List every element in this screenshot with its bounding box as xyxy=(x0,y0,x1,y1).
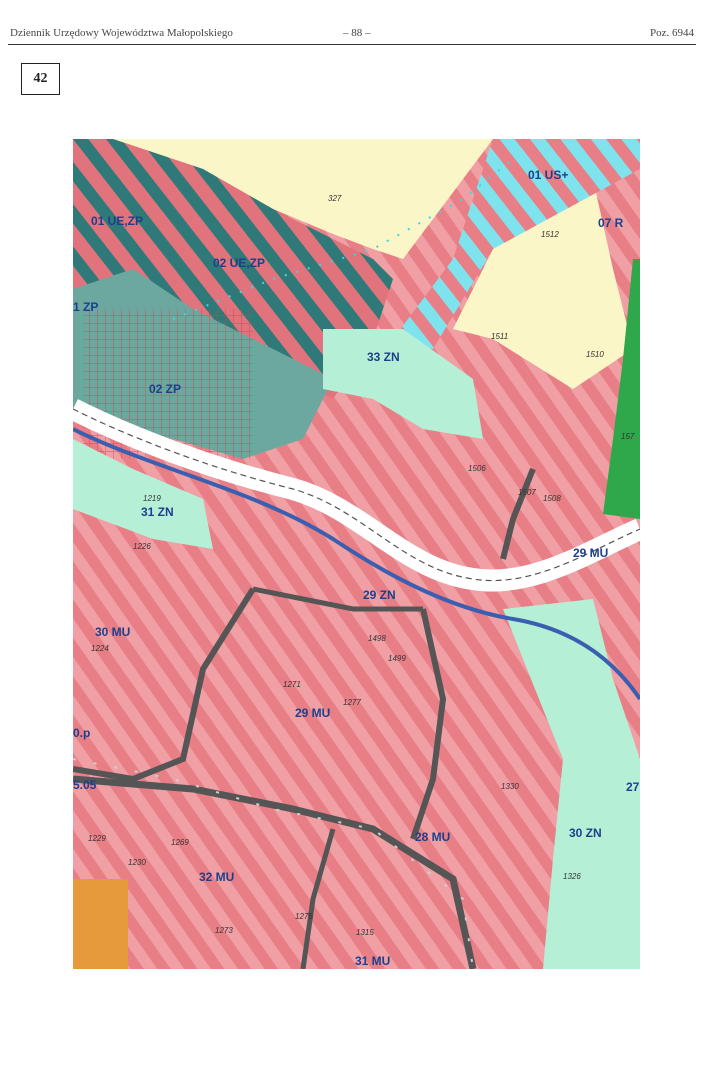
zone-label: 33 ZN xyxy=(367,350,400,364)
zone-label: 31 MU xyxy=(355,954,390,968)
parcel-label: 1326 xyxy=(563,872,581,881)
zone-label: 31 ZN xyxy=(141,505,174,519)
parcel-label: 327 xyxy=(328,194,342,203)
parcel-label: 1271 xyxy=(283,680,301,689)
header-rule xyxy=(8,44,696,45)
zoning-map-svg: 01 US+ 07 R 01 UE,ZP 02 UE,ZP 1 ZP 02 ZP… xyxy=(73,139,640,969)
zone-label: 30 MU xyxy=(95,625,130,639)
parcel-label: 1315 xyxy=(356,928,374,937)
attachment-number: 42 xyxy=(33,71,48,86)
parcel-label: 1506 xyxy=(468,464,486,473)
zone-label: 27 xyxy=(626,780,640,794)
position-number: Poz. 6944 xyxy=(650,27,694,39)
zone-label: 32 MU xyxy=(199,870,234,884)
parcel-label: 1508 xyxy=(543,494,561,503)
zone-label: 29 MU xyxy=(573,546,608,560)
zone-label: 01 US+ xyxy=(528,168,568,182)
zone-label: 5.05 xyxy=(73,778,97,792)
orange-block xyxy=(73,879,128,969)
zone-label: 29 ZN xyxy=(363,588,396,602)
parcel-label: 1499 xyxy=(388,654,406,663)
parcel-label: 1230 xyxy=(128,858,146,867)
parcel-label: 1229 xyxy=(88,834,106,843)
parcel-label: 1226 xyxy=(133,542,151,551)
parcel-label: 1330 xyxy=(501,782,519,791)
parcel-label: 1224 xyxy=(91,644,109,653)
parcel-label: 1277 xyxy=(343,698,361,707)
zone-label: 28 MU xyxy=(415,830,450,844)
parcel-label: 1512 xyxy=(541,230,559,239)
parcel-label: 157 xyxy=(621,432,635,441)
parcel-label: 1511 xyxy=(491,332,508,341)
journal-title: Dziennik Urzędowy Województwa Małopolski… xyxy=(10,27,233,39)
parcel-label: 1275 xyxy=(295,912,313,921)
parcel-label: 1219 xyxy=(143,494,161,503)
zoning-map: 01 US+ 07 R 01 UE,ZP 02 UE,ZP 1 ZP 02 ZP… xyxy=(73,139,640,969)
zone-label: 30 ZN xyxy=(569,826,602,840)
parcel-label: 1507 xyxy=(518,488,536,497)
zone-label: 02 ZP xyxy=(149,382,181,396)
page-number: – 88 – xyxy=(343,27,371,39)
zone-label: 07 R xyxy=(598,216,624,230)
zone-label: 29 MU xyxy=(295,706,330,720)
zone-label: 1 ZP xyxy=(73,300,98,314)
zone-label: 01 UE,ZP xyxy=(91,214,143,228)
page-header: Dziennik Urzędowy Województwa Małopolski… xyxy=(10,27,694,43)
attachment-number-box: 42 xyxy=(21,63,60,95)
zone-label: 0.p xyxy=(73,726,90,740)
zone-label: 02 UE,ZP xyxy=(213,256,265,270)
parcel-label: 1273 xyxy=(215,926,233,935)
parcel-label: 1510 xyxy=(586,350,604,359)
parcel-label: 1498 xyxy=(368,634,386,643)
parcel-label: 1269 xyxy=(171,838,189,847)
